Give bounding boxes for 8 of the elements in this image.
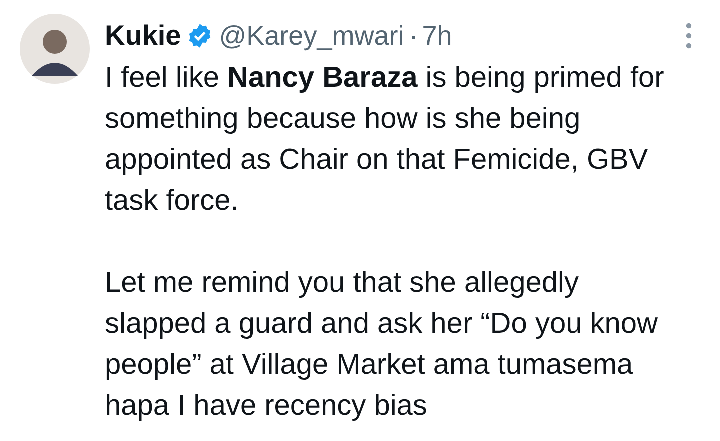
display-name[interactable]: Kukie	[105, 15, 182, 57]
post-text: I feel like Nancy Baraza is being primed for something because how is she being appointed as Chair on that Femicide, GBV task force.	[105, 61, 666, 219]
post-time[interactable]: 7h	[422, 16, 452, 56]
separator: ·	[409, 20, 418, 53]
post-text: Let me remind you that she allegedly slapped a guard and ask her “Do you know people” at Village Market ama tumasema hapa I have recency bias	[105, 266, 659, 424]
more-options-icon[interactable]	[686, 23, 692, 49]
user-handle[interactable]: @Karey_mwari	[219, 16, 404, 56]
avatar[interactable]	[20, 14, 90, 84]
